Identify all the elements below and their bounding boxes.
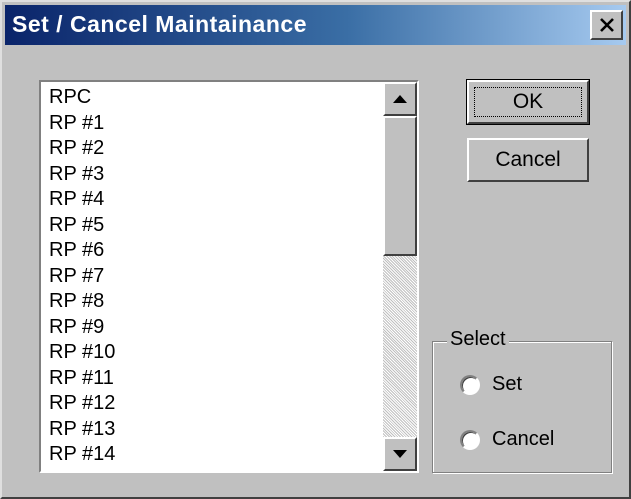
title-bar[interactable]: Set / Cancel Maintainance — [5, 5, 626, 45]
cancel-radio-button[interactable] — [460, 429, 480, 450]
list-item[interactable]: RP #11 — [49, 366, 381, 392]
vertical-scrollbar[interactable] — [383, 82, 417, 471]
ok-button[interactable]: OK — [466, 79, 590, 125]
list-item[interactable]: RP #8 — [49, 289, 381, 315]
cancel-button-label: Cancel — [495, 148, 561, 171]
set-radio-button[interactable] — [460, 374, 480, 395]
list-item[interactable]: RP #12 — [49, 391, 381, 417]
close-icon — [599, 18, 614, 32]
cancel-button[interactable]: Cancel — [467, 138, 589, 182]
maintenance-listbox[interactable]: RPC RP #1 RP #2 RP #3 RP #4 RP #5 RP #6 RP #7 RP… — [39, 80, 419, 473]
list-item[interactable]: RPC — [49, 85, 381, 111]
list-item[interactable]: RP #10 — [49, 340, 381, 366]
select-groupbox: Select Set Cancel — [432, 328, 612, 473]
list-item[interactable]: RP #14 — [49, 442, 381, 468]
scroll-down-button[interactable] — [383, 437, 417, 471]
scroll-up-arrow-icon — [393, 95, 407, 103]
scroll-thumb[interactable] — [383, 116, 417, 256]
list-item[interactable]: RP #2 — [49, 136, 381, 162]
list-item[interactable]: RP #4 — [49, 187, 381, 213]
list-items: RPC RP #1 RP #2 RP #3 RP #4 RP #5 RP #6 RP #7 RP… — [41, 82, 381, 471]
list-item[interactable]: RP #6 — [49, 238, 381, 264]
dialog-window: Set / Cancel Maintainance RPC RP #1 RP #2 R… — [0, 0, 631, 499]
window-title: Set / Cancel Maintainance — [12, 11, 307, 37]
list-item[interactable]: RP #13 — [49, 417, 381, 443]
list-item[interactable]: RP #5 — [49, 213, 381, 239]
list-item[interactable]: RP #1 — [49, 111, 381, 137]
select-group-label: Select — [447, 328, 509, 351]
set-radio-label: Set — [492, 373, 523, 395]
list-item[interactable]: RP #9 — [49, 315, 381, 341]
scroll-up-button[interactable] — [383, 82, 417, 116]
focus-rectangle — [474, 87, 582, 117]
cancel-radio-label: Cancel — [492, 428, 555, 450]
set-radio-option[interactable]: Set — [460, 373, 522, 396]
close-button[interactable] — [590, 10, 623, 40]
cancel-radio-option[interactable]: Cancel — [460, 428, 554, 451]
scroll-down-arrow-icon — [393, 450, 407, 458]
list-item[interactable]: RP #3 — [49, 162, 381, 188]
list-item[interactable]: RP #7 — [49, 264, 381, 290]
